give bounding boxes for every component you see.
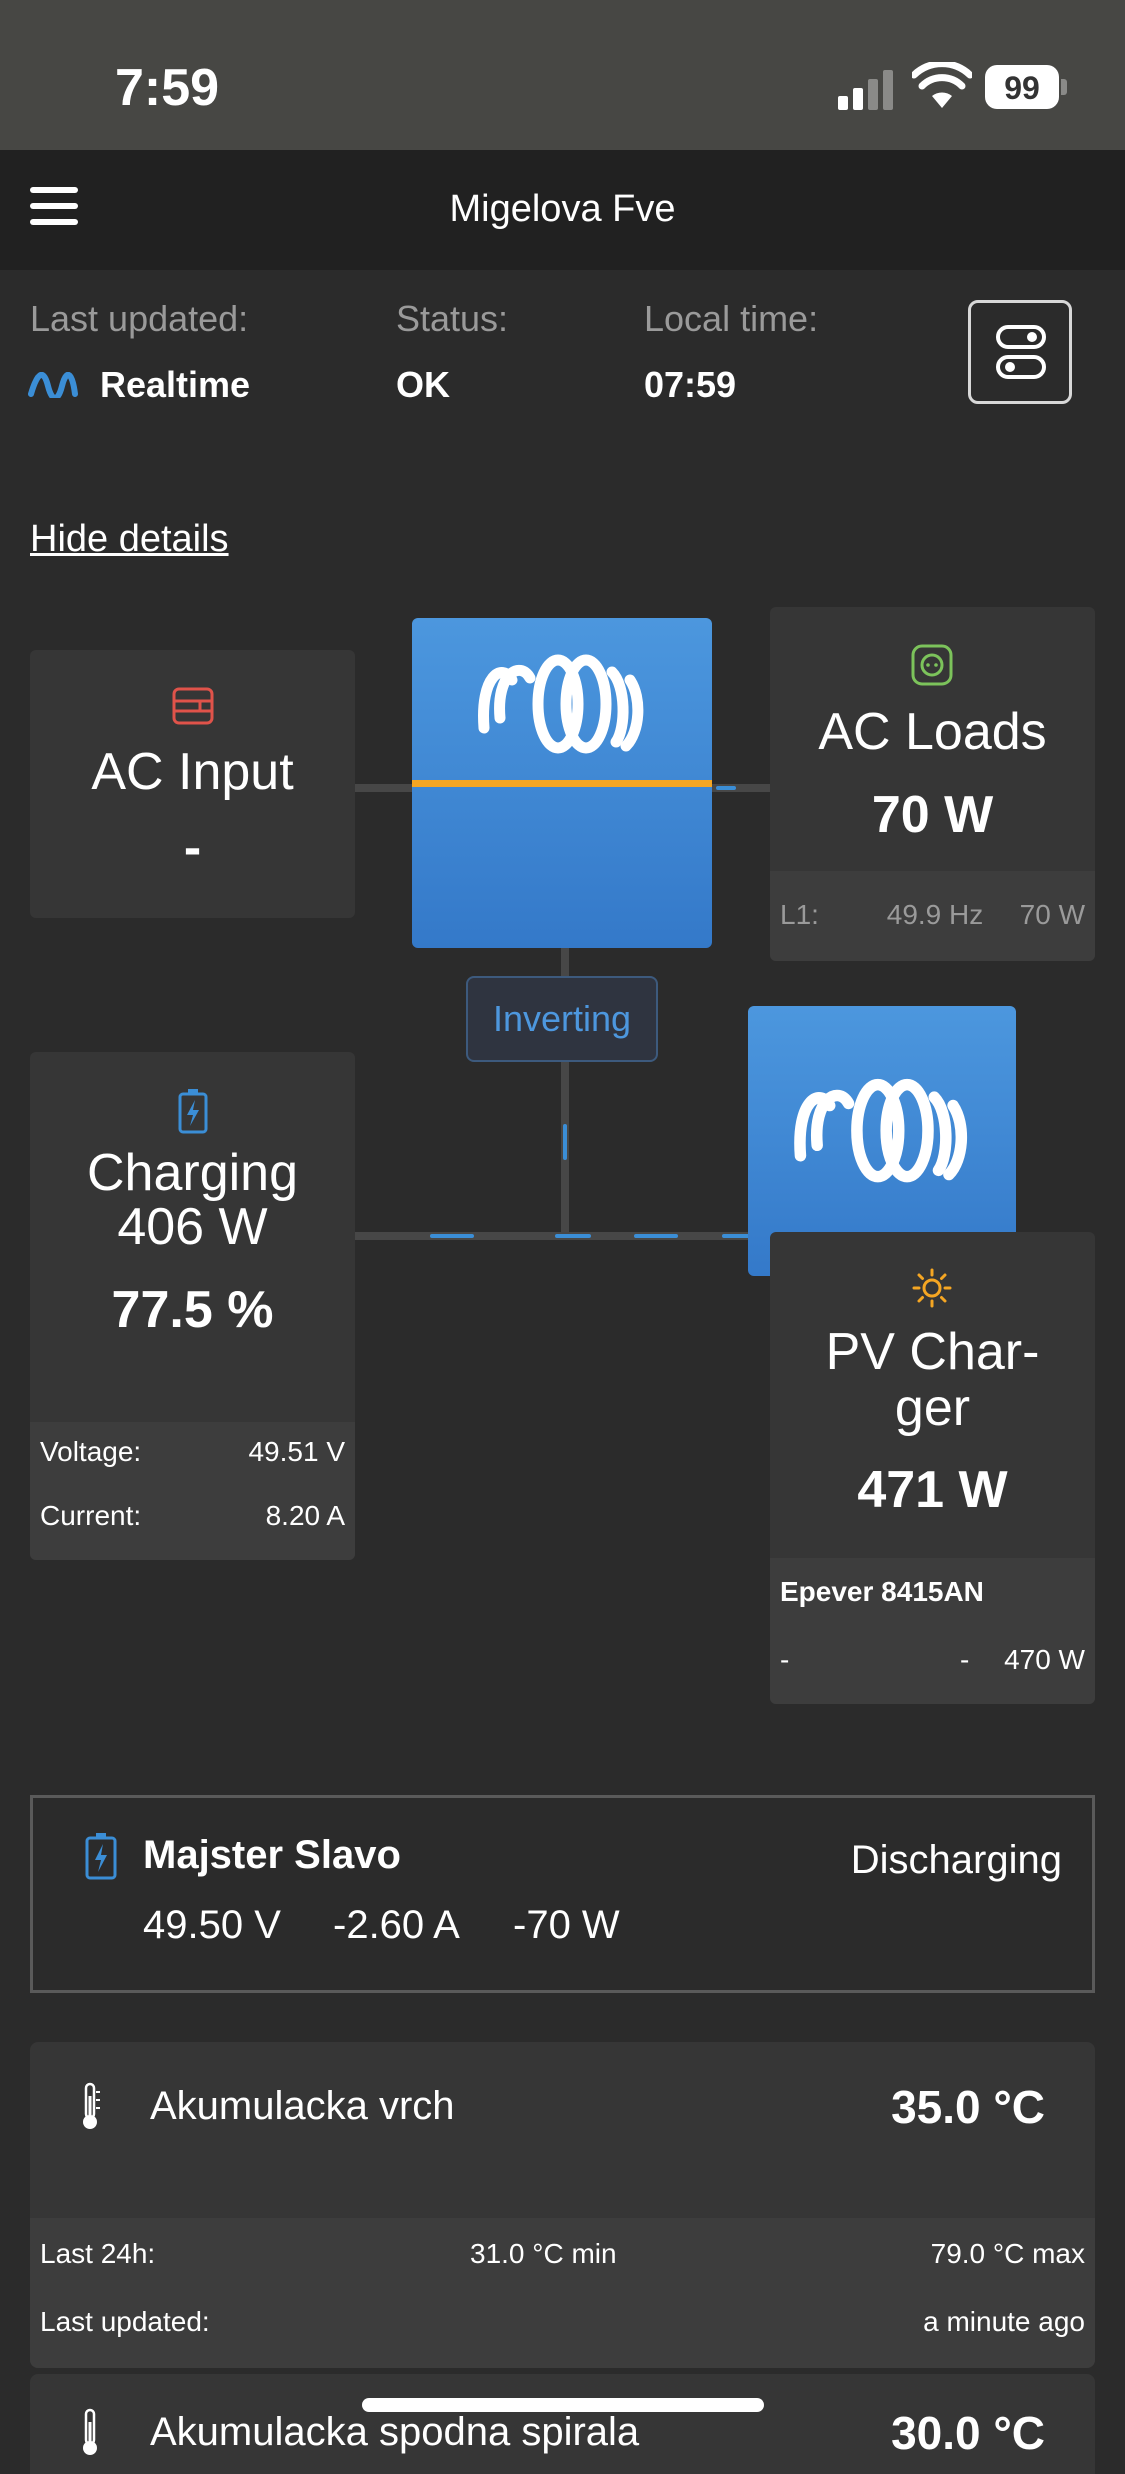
inverter-state-badge: Inverting xyxy=(466,976,658,1062)
ac-loads-card[interactable]: AC Loads 70 W L1: 49.9 Hz 70 W xyxy=(770,607,1095,961)
battery-power: 406 W xyxy=(117,1198,268,1256)
pv-charger-card[interactable]: PV Char- ger 471 W Epever 8415AN - - 470… xyxy=(770,1232,1095,1704)
battery-soc: 77.5 % xyxy=(111,1281,274,1339)
signal-icon xyxy=(838,68,898,110)
flow-dc-2 xyxy=(555,1234,591,1238)
ac-loads-power: 70 W xyxy=(1019,899,1085,930)
pv-col1: - xyxy=(780,1644,790,1675)
inverter-box[interactable] xyxy=(412,618,712,948)
wire-acin-inverter xyxy=(355,784,412,792)
temperature-2-value: 30.0 °C xyxy=(891,2407,1045,2459)
pv-value: 471 W xyxy=(857,1461,1008,1519)
battery-monitor-card[interactable]: Majster Slavo Discharging 49.50 V -2.60 … xyxy=(30,1795,1095,1993)
flow-dc-1 xyxy=(430,1234,474,1238)
battery-voltage: 49.51 V xyxy=(248,1436,345,1467)
temperature-1-updated: a minute ago xyxy=(923,2306,1085,2337)
temperature-1-min: 31.0 °C min xyxy=(470,2238,617,2269)
ac-input-icon xyxy=(172,685,214,727)
battery-monitor-current: -2.60 A xyxy=(333,1903,460,1947)
page-title: Migelova Fve xyxy=(449,188,676,230)
last-updated-label: Last updated: xyxy=(30,298,249,339)
pv-title-line1: PV Char- xyxy=(825,1323,1040,1381)
battery-monitor-state: Discharging xyxy=(850,1838,1062,1882)
pv-footer: Epever 8415AN - - 470 W xyxy=(770,1558,1095,1704)
flow-dc-3 xyxy=(634,1234,678,1238)
realtime-icon xyxy=(28,372,78,401)
pv-device-name: Epever 8415AN xyxy=(780,1576,984,1607)
temperature-1-value: 35.0 °C xyxy=(891,2081,1045,2133)
status-time: 7:59 xyxy=(115,59,220,117)
wifi-icon xyxy=(910,60,974,110)
battery-status-icon: 99 xyxy=(985,65,1067,109)
switch-button[interactable] xyxy=(968,300,1072,404)
ac-loads-icon xyxy=(910,643,954,687)
ac-loads-title: AC Loads xyxy=(818,703,1047,761)
flow-vertical xyxy=(563,1124,567,1160)
status-value: OK xyxy=(396,364,450,405)
ac-loads-footer: L1: 49.9 Hz 70 W xyxy=(770,871,1095,961)
pv-col2: - xyxy=(960,1644,970,1675)
battery-card[interactable]: Charging 406 W 77.5 % Voltage: 49.51 V C… xyxy=(30,1052,355,1560)
battery-percent: 99 xyxy=(1004,70,1040,106)
nav-bar: Migelova Fve xyxy=(0,150,1125,270)
pv-charger-logo-icon xyxy=(792,1070,972,1185)
battery-footer: Voltage: 49.51 V Current: 8.20 A xyxy=(30,1422,355,1560)
flow-acloads xyxy=(716,786,736,790)
pv-title-line2: ger xyxy=(894,1379,971,1437)
temperature-1-last24-label: Last 24h: xyxy=(40,2238,156,2269)
battery-monitor-name: Majster Slavo xyxy=(143,1833,401,1877)
battery-current: 8.20 A xyxy=(265,1500,345,1531)
pv-col3: 470 W xyxy=(1004,1644,1085,1675)
ac-loads-value: 70 W xyxy=(871,786,994,844)
sun-icon xyxy=(912,1268,952,1308)
battery-monitor-power: -70 W xyxy=(513,1903,620,1947)
status-label: Status: xyxy=(396,298,509,339)
ac-loads-phase: L1: xyxy=(780,899,819,930)
status-bar: 7:59 99 xyxy=(0,0,1125,150)
battery-charging-icon xyxy=(178,1088,208,1134)
battery-monitor-icon xyxy=(85,1832,117,1880)
ac-input-title: AC Input xyxy=(91,743,294,801)
local-time-label: Local time: xyxy=(644,298,819,339)
battery-monitor-voltage: 49.50 V xyxy=(143,1903,281,1947)
local-time-value: 07:59 xyxy=(644,364,737,405)
hide-details-link[interactable]: Hide details xyxy=(30,518,229,561)
inverter-state-text: Inverting xyxy=(492,998,632,1039)
home-indicator[interactable] xyxy=(362,2398,764,2412)
inverter-logo-icon xyxy=(476,646,648,756)
menu-icon[interactable] xyxy=(30,185,78,227)
thermometer-icon xyxy=(78,2408,102,2458)
ac-input-value: - xyxy=(183,819,202,877)
temperature-card-2[interactable]: Akumulacka spodna spirala 30.0 °C xyxy=(30,2374,1095,2474)
ac-input-card[interactable]: AC Input - xyxy=(30,650,355,918)
temperature-1-max: 79.0 °C max xyxy=(930,2238,1085,2269)
last-updated-value: Realtime xyxy=(100,364,251,405)
thermometer-icon xyxy=(78,2082,102,2132)
battery-voltage-label: Voltage: xyxy=(40,1436,142,1467)
temperature-2-name: Akumulacka spodna spirala xyxy=(150,2410,640,2454)
temperature-1-footer: Last 24h: 31.0 °C min 79.0 °C max Last u… xyxy=(30,2218,1095,2368)
ac-loads-freq: 49.9 Hz xyxy=(886,899,984,930)
temperature-card-1[interactable]: Akumulacka vrch 35.0 °C Last 24h: 31.0 °… xyxy=(30,2042,1095,2368)
temperature-1-name: Akumulacka vrch xyxy=(150,2084,455,2128)
inverter-ac-line xyxy=(412,780,712,787)
temperature-1-updated-label: Last updated: xyxy=(40,2306,210,2337)
battery-title: Charging xyxy=(86,1144,299,1202)
wire-inverter-state xyxy=(561,945,569,979)
switch-icon xyxy=(996,325,1046,380)
battery-current-label: Current: xyxy=(40,1500,142,1531)
